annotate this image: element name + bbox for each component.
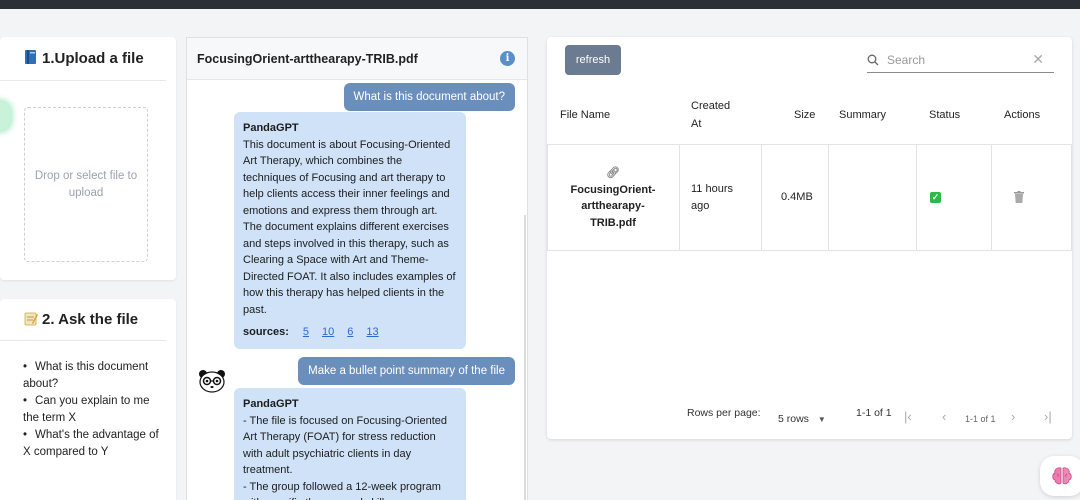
chat-panel: FocusingOrient-artthearapy-TRIB.pdf i Wh…: [186, 37, 528, 500]
first-page-icon[interactable]: |‹: [904, 410, 912, 423]
list-item[interactable]: • What is this document about?: [23, 359, 168, 393]
status-check-icon: ✓: [930, 192, 941, 203]
upload-card: 1.Upload a file Drop or select file to u…: [0, 37, 176, 280]
dropzone-text: Drop or select file to upload: [34, 169, 138, 199]
column-header-status[interactable]: Status: [929, 106, 960, 124]
list-item[interactable]: • What's the advantage of X compared to Y: [23, 427, 168, 461]
column-header-file-name[interactable]: File Name: [560, 106, 610, 124]
memo-icon: [24, 311, 38, 329]
ask-card: 2. Ask the file • What is this document a…: [0, 299, 176, 500]
ask-title: 2. Ask the file: [0, 299, 166, 341]
row-divider: [547, 250, 1072, 251]
trash-icon: [1014, 191, 1024, 203]
top-bar: [0, 0, 1080, 9]
upload-title-text: 1.Upload a file: [42, 50, 144, 67]
link-icon: 🔗︎: [606, 167, 620, 179]
rows-per-page-value: 5 rows: [778, 413, 809, 425]
cell-divider: [679, 144, 680, 251]
file-name-line: artthearapy-: [581, 200, 645, 212]
column-header-size[interactable]: Size: [794, 106, 815, 124]
cell-divider: [1071, 144, 1072, 251]
user-message-text: What is this document about?: [353, 91, 506, 103]
next-page-icon[interactable]: ›: [1011, 410, 1015, 423]
bot-message-line: - The group followed a 12-week program w…: [243, 480, 441, 500]
created-line: 11 hours: [691, 183, 733, 195]
cell-divider: [828, 144, 829, 251]
example-questions: • What is this document about? • Can you e…: [0, 341, 176, 461]
size-cell: 0.4MB: [781, 191, 813, 203]
user-message-text: Make a bullet point summary of the file: [308, 365, 505, 377]
search-icon: [867, 54, 879, 66]
previous-page-icon[interactable]: ‹: [942, 410, 946, 423]
files-table-panel: refresh ✕ File Name Created At Size Summ…: [547, 37, 1072, 439]
sources-row: sources: 5 10 6 13: [243, 324, 457, 341]
brain-assistant-button[interactable]: [1040, 456, 1080, 496]
source-link[interactable]: 5: [303, 324, 309, 341]
column-header-created-line: At: [691, 118, 702, 130]
rows-per-page-select[interactable]: 5 rows ▼: [778, 413, 826, 425]
file-name-line: FocusingOrient-: [570, 183, 656, 196]
search-input[interactable]: [887, 53, 1017, 67]
created-cell: 11 hours ago: [691, 181, 733, 215]
created-line: ago: [691, 200, 710, 212]
bot-message: PandaGPT This document is about Focusing…: [234, 112, 466, 349]
ask-title-text: 2. Ask the file: [42, 311, 139, 328]
bot-message: PandaGPT - The file is focused on Focusi…: [234, 388, 466, 500]
chat-header: FocusingOrient-artthearapy-TRIB.pdf i: [187, 38, 527, 80]
refresh-button[interactable]: refresh: [565, 45, 621, 75]
chevron-down-icon: ▼: [817, 415, 826, 424]
column-header-created[interactable]: Created At: [691, 97, 730, 133]
question-text: What is this document about?: [23, 361, 149, 390]
column-header-summary[interactable]: Summary: [839, 106, 886, 124]
cell-divider: [761, 144, 762, 251]
chat-file-name: FocusingOrient-artthearapy-TRIB.pdf: [197, 51, 418, 66]
list-item[interactable]: • Can you explain to me the term X: [23, 393, 168, 427]
panda-avatar-icon: [199, 370, 225, 393]
bot-message-text: This document is about Focusing-Oriented…: [243, 138, 456, 316]
column-header-created-line: Created: [691, 100, 731, 112]
cell-divider: [916, 144, 917, 251]
question-text: Can you explain to me the term X: [23, 395, 150, 424]
last-page-icon[interactable]: ›|: [1044, 410, 1052, 423]
pagination-range: 1-1 of 1: [856, 407, 892, 419]
chat-body[interactable]: What is this document about? PandaGPT Th…: [187, 80, 527, 500]
bot-message-line: - The file is focused on Focusing-Orient…: [243, 414, 448, 477]
upload-title: 1.Upload a file: [0, 37, 166, 81]
search-box[interactable]: ✕: [867, 48, 1054, 73]
blue-book-icon: [24, 49, 38, 68]
delete-button[interactable]: [1014, 191, 1024, 206]
source-link[interactable]: 10: [322, 324, 334, 341]
column-header-actions[interactable]: Actions: [1004, 106, 1040, 124]
question-text: What's the advantage of X compared to Y: [23, 429, 159, 458]
pagination-range-small: 1-1 of 1: [965, 414, 996, 424]
bot-sender: PandaGPT: [243, 122, 299, 134]
source-link[interactable]: 13: [366, 324, 378, 341]
user-message: Make a bullet point summary of the file: [298, 357, 515, 385]
status-glow-indicator: [0, 102, 10, 130]
source-link[interactable]: 6: [347, 324, 353, 341]
brain-icon: [1052, 467, 1072, 485]
clear-search-icon[interactable]: ✕: [1032, 51, 1044, 68]
file-dropzone[interactable]: Drop or select file to upload: [24, 107, 148, 262]
sources-label: sources:: [243, 326, 289, 338]
cell-divider: [991, 144, 992, 251]
user-message: What is this document about?: [343, 83, 515, 111]
bot-sender: PandaGPT: [243, 398, 299, 410]
info-icon[interactable]: i: [500, 51, 515, 66]
file-name-cell[interactable]: 🔗︎ FocusingOrient- artthearapy- TRIB.pdf: [547, 165, 679, 231]
rows-per-page-label: Rows per page:: [687, 407, 761, 419]
chat-scrollbar[interactable]: [524, 215, 526, 500]
file-name-line: TRIB.pdf: [590, 216, 636, 229]
row-divider: [547, 144, 1072, 145]
